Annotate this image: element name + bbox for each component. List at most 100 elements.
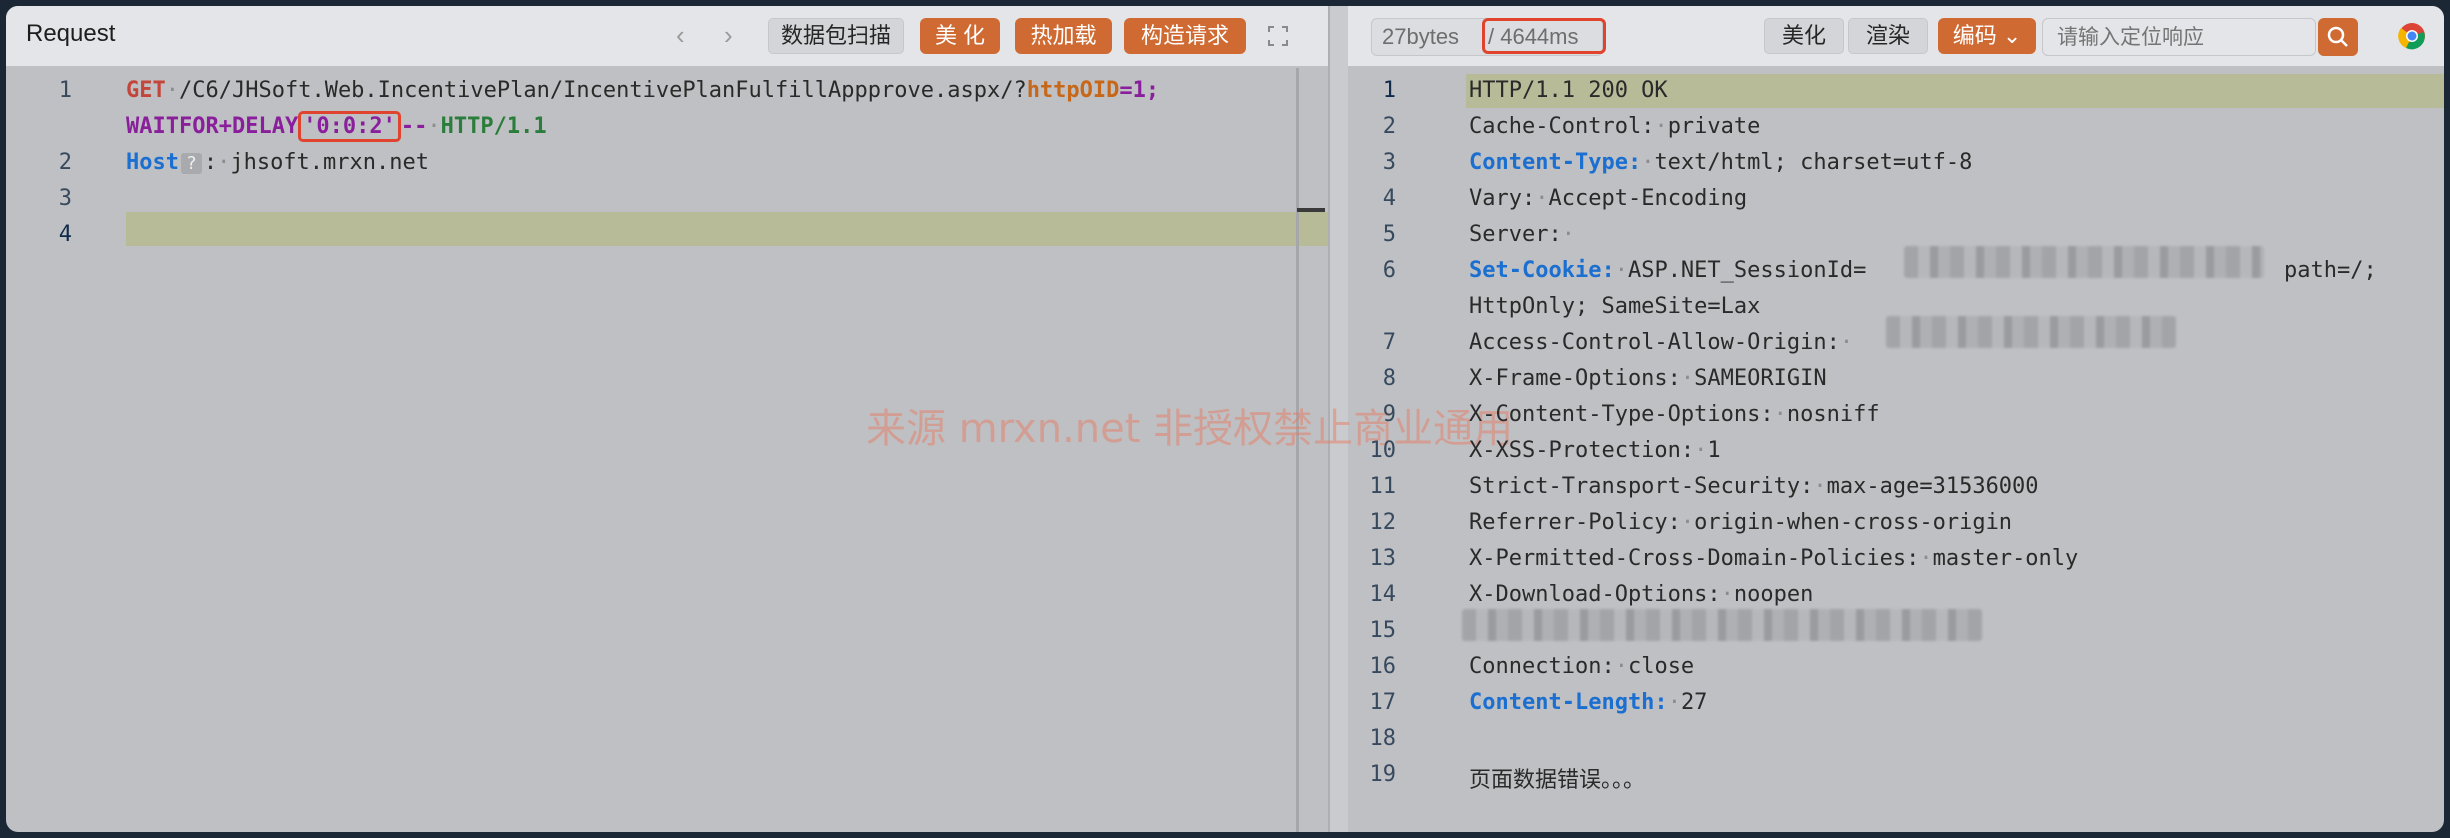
chevron-down-icon: ⌄: [2002, 23, 2022, 48]
space-marker: ·: [1561, 222, 1575, 247]
header-key: Set-Cookie:: [1469, 258, 1615, 283]
response-line[interactable]: Server:·: [1469, 222, 1575, 247]
request-line-1[interactable]: GET·/C6/JHSoft.Web.IncentivePlan/Incenti…: [126, 78, 1159, 103]
line-number: 8: [1382, 366, 1396, 391]
header-key: X-Content-Type-Options:: [1469, 402, 1774, 427]
header-value: jhsoft.mrxn.net: [230, 150, 430, 175]
forward-arrow-icon[interactable]: ›: [724, 20, 733, 51]
response-line[interactable]: Vary:·Accept-Encoding: [1469, 186, 1747, 211]
response-search-box: [2042, 18, 2316, 56]
beautify-button[interactable]: 美 化: [920, 18, 1000, 54]
header-colon: :: [203, 150, 218, 175]
space-marker: ·: [1654, 114, 1668, 139]
header-key: X-Download-Options:: [1469, 582, 1721, 607]
response-line[interactable]: Content-Length:·27: [1469, 690, 1707, 715]
response-line[interactable]: Access-Control-Allow-Origin:·: [1469, 330, 1853, 355]
line-number: 19: [1369, 762, 1397, 787]
line-number: 4: [58, 222, 72, 247]
response-line[interactable]: X-XSS-Protection:·1: [1469, 438, 1721, 463]
line-number: 15: [1369, 618, 1397, 643]
encoding-dropdown[interactable]: 编码 ⌄: [1938, 18, 2036, 54]
line-number: 3: [1382, 150, 1396, 175]
response-line[interactable]: 页面数据错误。。。: [1469, 762, 1645, 794]
fullscreen-icon[interactable]: [1268, 26, 1288, 46]
header-key: Strict-Transport-Security:: [1469, 474, 1814, 499]
response-line[interactable]: Connection:·close: [1469, 654, 1694, 679]
space-marker: ·: [1694, 438, 1708, 463]
response-line[interactable]: HttpOnly; SameSite=Lax: [1469, 294, 1760, 319]
header-key: X-Permitted-Cross-Domain-Policies:: [1469, 546, 1920, 571]
header-value: nosniff: [1786, 402, 1880, 427]
request-path: /C6/JHSoft.Web.IncentivePlan/IncentivePl…: [179, 78, 1027, 103]
line-number: 11: [1369, 474, 1397, 499]
render-button[interactable]: 渲染: [1848, 18, 1928, 54]
header-value: master-only: [1932, 546, 2079, 571]
line-number: 2: [58, 150, 72, 175]
header-key: Content-Type:: [1469, 150, 1642, 175]
header-key: X-Frame-Options:: [1469, 366, 1681, 391]
space-marker: ·: [1919, 546, 1933, 571]
delay-value-highlight: '0:0:2': [298, 111, 401, 142]
header-key: Content-Length:: [1469, 690, 1668, 715]
space-marker: ·: [1641, 150, 1655, 175]
space-marker: ·: [1773, 402, 1787, 427]
query-value: =1;: [1119, 78, 1160, 103]
header-value: noopen: [1733, 582, 1814, 607]
response-line[interactable]: X-Frame-Options:·SAMEORIGIN: [1469, 366, 1827, 391]
header-value: SAMEORIGIN: [1694, 366, 1827, 391]
line-number: 10: [1369, 438, 1397, 463]
response-line[interactable]: Content-Type:·text/html; charset=utf-8: [1469, 150, 1972, 175]
line-number: 14: [1369, 582, 1397, 607]
line-number: 2: [1382, 114, 1396, 139]
response-line[interactable]: Referrer-Policy:·origin-when-cross-origi…: [1469, 510, 2012, 535]
response-line[interactable]: X-Content-Type-Options:·nosniff: [1469, 402, 1880, 427]
header-key: Vary:: [1469, 186, 1536, 211]
line-number: 9: [1382, 402, 1396, 427]
waitfor-payload: WAITFOR+DELAY: [126, 114, 299, 139]
search-icon: [2327, 26, 2348, 47]
response-line[interactable]: X-Permitted-Cross-Domain-Policies:·maste…: [1469, 546, 2078, 571]
header-key: Host: [126, 150, 179, 175]
response-line[interactable]: Strict-Transport-Security:·max-age=31536…: [1469, 474, 2039, 499]
request-scrollbar-thumb[interactable]: [1297, 208, 1325, 212]
app-window: Request ‹ › 数据包扫描 美 化 热加载 构造请求 1 2 3 4 G…: [6, 6, 2444, 832]
redacted-origin: [1886, 316, 2176, 348]
header-value: ASP.NET_SessionId=: [1627, 258, 1867, 283]
space-marker: ·: [1839, 330, 1854, 355]
line-number: 13: [1369, 546, 1397, 571]
response-text: HTTP/1.1 200 OK: [1469, 78, 1668, 103]
line-number: 18: [1369, 726, 1397, 751]
response-beautify-button[interactable]: 美化: [1764, 18, 1844, 54]
response-line[interactable]: Set-Cookie:·ASP.NET_SessionId= path=/;: [1469, 258, 2377, 283]
response-text: HttpOnly; SameSite=Lax: [1469, 294, 1761, 319]
header-key: Referrer-Policy:: [1469, 510, 1681, 535]
line-number: 12: [1369, 510, 1397, 535]
request-line-2[interactable]: Host?:·jhsoft.mrxn.net: [126, 150, 429, 175]
header-value: Accept-Encoding: [1548, 186, 1748, 211]
line-number: 1: [58, 78, 72, 103]
line-number: 7: [1382, 330, 1396, 355]
header-key: Cache-Control:: [1469, 114, 1655, 139]
back-arrow-icon[interactable]: ‹: [676, 20, 685, 51]
response-line[interactable]: X-Download-Options:·noopen: [1469, 582, 1813, 607]
space-marker: ·: [1614, 654, 1628, 679]
hotload-button[interactable]: 热加载: [1015, 18, 1112, 54]
response-line[interactable]: HTTP/1.1 200 OK: [1469, 78, 1668, 103]
header-value: text/html; charset=utf-8: [1654, 150, 1973, 175]
current-line-highlight: [126, 212, 1329, 246]
construct-request-button[interactable]: 构造请求: [1124, 18, 1246, 54]
packet-scan-button[interactable]: 数据包扫描: [768, 18, 904, 54]
space-marker: ·: [1813, 474, 1827, 499]
chrome-icon[interactable]: [2398, 22, 2426, 50]
header-value: close: [1627, 654, 1695, 679]
help-badge-icon[interactable]: ?: [180, 153, 202, 174]
redacted-header-line: [1462, 609, 1982, 641]
watermark: 来源 mrxn.net 非授权禁止商业通用: [866, 406, 1514, 452]
header-key: Access-Control-Allow-Origin:: [1469, 330, 1840, 355]
response-bytes: 27bytes: [1382, 24, 1460, 49]
space-marker: ·: [1680, 366, 1695, 391]
request-line-1-wrap[interactable]: WAITFOR+DELAY '0:0:2' --·HTTP/1.1: [126, 111, 547, 142]
response-line[interactable]: Cache-Control:·private: [1469, 114, 1760, 139]
response-search-input[interactable]: [2055, 23, 2279, 53]
search-button[interactable]: [2318, 18, 2358, 56]
